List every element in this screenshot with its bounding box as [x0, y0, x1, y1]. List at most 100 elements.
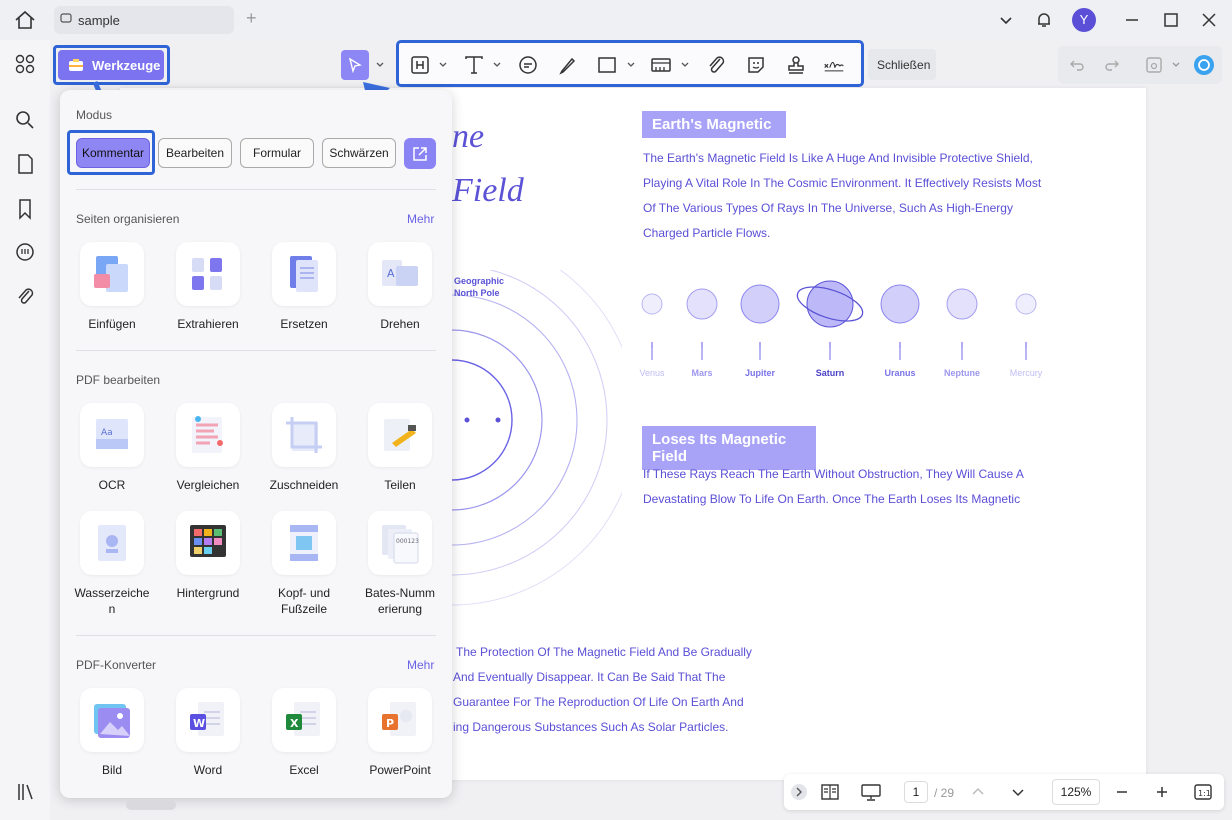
converter-more-link[interactable]: Mehr [407, 658, 434, 672]
tile-label: Word [193, 763, 223, 777]
library-icon[interactable] [14, 781, 36, 803]
avatar[interactable]: Y [1072, 8, 1096, 32]
excel-icon: X [286, 702, 320, 736]
mode-redact-button[interactable]: Schwärzen [322, 138, 396, 168]
tools-highlight [53, 45, 170, 85]
home-icon[interactable] [14, 10, 36, 30]
chevron-up-icon[interactable] [970, 784, 986, 800]
document-title-fragment-2: Field [452, 172, 524, 209]
bates-numbering-icon: 000123 [382, 525, 419, 564]
svg-text:X: X [290, 717, 299, 730]
tile-label: Extrahieren [177, 317, 239, 331]
tile-label: PowerPoint [369, 763, 431, 777]
chevron-down-icon[interactable] [375, 60, 385, 70]
planet-label: Saturn [815, 368, 845, 378]
mode-highlight [67, 130, 155, 175]
measure-icon[interactable] [650, 54, 672, 76]
undo-icon[interactable] [1068, 56, 1086, 74]
total-pages: / 29 [934, 786, 955, 800]
ai-assistant-icon[interactable] [1192, 53, 1216, 77]
new-tab-button[interactable]: + [246, 8, 257, 29]
planets-illustration [641, 280, 1037, 348]
chevron-down-icon[interactable] [996, 10, 1016, 30]
planet-ticks [651, 342, 1027, 360]
planet-label: Mercury [1009, 368, 1043, 378]
divider [76, 635, 436, 636]
svg-text:000123: 000123 [396, 538, 419, 545]
comment-icon [60, 13, 72, 23]
insert-pages-icon [94, 256, 128, 292]
zoom-out-icon[interactable] [1114, 784, 1130, 800]
bookmark-icon[interactable] [14, 198, 36, 220]
comments-panel-icon[interactable] [14, 241, 36, 263]
divider [76, 350, 436, 351]
rectangle-icon[interactable] [596, 54, 618, 76]
collapse-icon[interactable] [790, 783, 808, 801]
external-link-icon [413, 147, 427, 161]
save-icon[interactable] [1145, 56, 1163, 74]
chevron-down-icon[interactable] [1010, 784, 1026, 800]
paragraph-line: If These Rays Reach The Earth Without Ob… [643, 467, 1024, 481]
header-footer-icon [290, 525, 318, 561]
paragraph-line: And Eventually Disappear. It Can Be Said… [453, 670, 726, 684]
actual-size-icon[interactable]: 1:1 [1193, 782, 1213, 802]
book-view-icon[interactable] [820, 782, 840, 802]
organize-section-title: Seiten organisieren [76, 212, 180, 226]
close-tools-button[interactable]: Schließen [868, 49, 936, 80]
minimize-icon[interactable] [1122, 10, 1142, 30]
chevron-down-icon[interactable] [492, 60, 502, 70]
document-tab[interactable]: sample [54, 6, 234, 34]
pen-icon[interactable] [557, 54, 579, 76]
highlight-icon[interactable] [409, 54, 431, 76]
paragraph-line: Of The Various Types Of Rays In The Univ… [643, 201, 1013, 215]
organize-more-link[interactable]: Mehr [407, 212, 434, 226]
chevron-down-icon[interactable] [626, 60, 636, 70]
apps-icon[interactable] [14, 53, 36, 75]
horizontal-scrollbar[interactable] [126, 800, 176, 810]
text-comment-icon[interactable] [517, 54, 539, 76]
chevron-down-icon[interactable] [1171, 60, 1181, 70]
tile-label: Excel [289, 763, 319, 777]
compare-icon [192, 416, 223, 453]
paragraph-line: ing Dangerous Substances Such As Solar P… [453, 720, 729, 734]
zoom-in-icon[interactable] [1154, 784, 1170, 800]
converter-section-title: PDF-Konverter [76, 658, 157, 672]
watermark-icon [98, 525, 126, 561]
close-icon[interactable] [1199, 10, 1219, 30]
paragraph-line: Charged Particle Flows. [643, 226, 771, 240]
mode-edit-button[interactable]: Bearbeiten [158, 138, 232, 168]
attachment-icon[interactable] [705, 54, 727, 76]
background-icon [190, 525, 226, 557]
bell-icon[interactable] [1034, 10, 1054, 30]
zoom-input[interactable]: 125% [1052, 779, 1100, 805]
presentation-icon[interactable] [860, 782, 882, 802]
mode-form-button[interactable]: Formular [240, 138, 314, 168]
page-number-input[interactable]: 1 [904, 781, 928, 803]
tile-label: Teilen [384, 478, 416, 492]
tile-label: Wasserzeiche n [74, 586, 150, 616]
north-pole-label: Geographic [454, 276, 505, 286]
divider [76, 189, 436, 190]
document-title-fragment: ne [452, 118, 485, 155]
tile-label: Vergleichen [176, 478, 240, 492]
search-icon[interactable] [14, 109, 36, 131]
extract-pages-icon [192, 258, 222, 290]
paragraph-line: Devastating Blow To Life On Earth. Once … [643, 492, 1021, 506]
maximize-icon[interactable] [1161, 10, 1181, 30]
replace-pages-icon [290, 256, 318, 292]
chevron-down-icon[interactable] [438, 60, 448, 70]
signature-icon[interactable] [823, 54, 845, 76]
text-tool-icon[interactable] [463, 54, 485, 76]
sticker-icon[interactable] [745, 54, 767, 76]
svg-text:A: A [387, 267, 395, 280]
redo-icon[interactable] [1103, 56, 1121, 74]
page-icon[interactable] [14, 153, 36, 175]
north-pole-label-2: North Pole [454, 288, 500, 298]
chevron-down-icon[interactable] [680, 60, 690, 70]
word-icon: W [190, 702, 224, 736]
ocr-icon: Aa [96, 419, 128, 449]
stamp-icon[interactable] [785, 54, 807, 76]
crop-icon [286, 417, 322, 453]
attachment-icon[interactable] [14, 285, 36, 307]
tile-label: Bates-Numm erierung [364, 586, 435, 616]
